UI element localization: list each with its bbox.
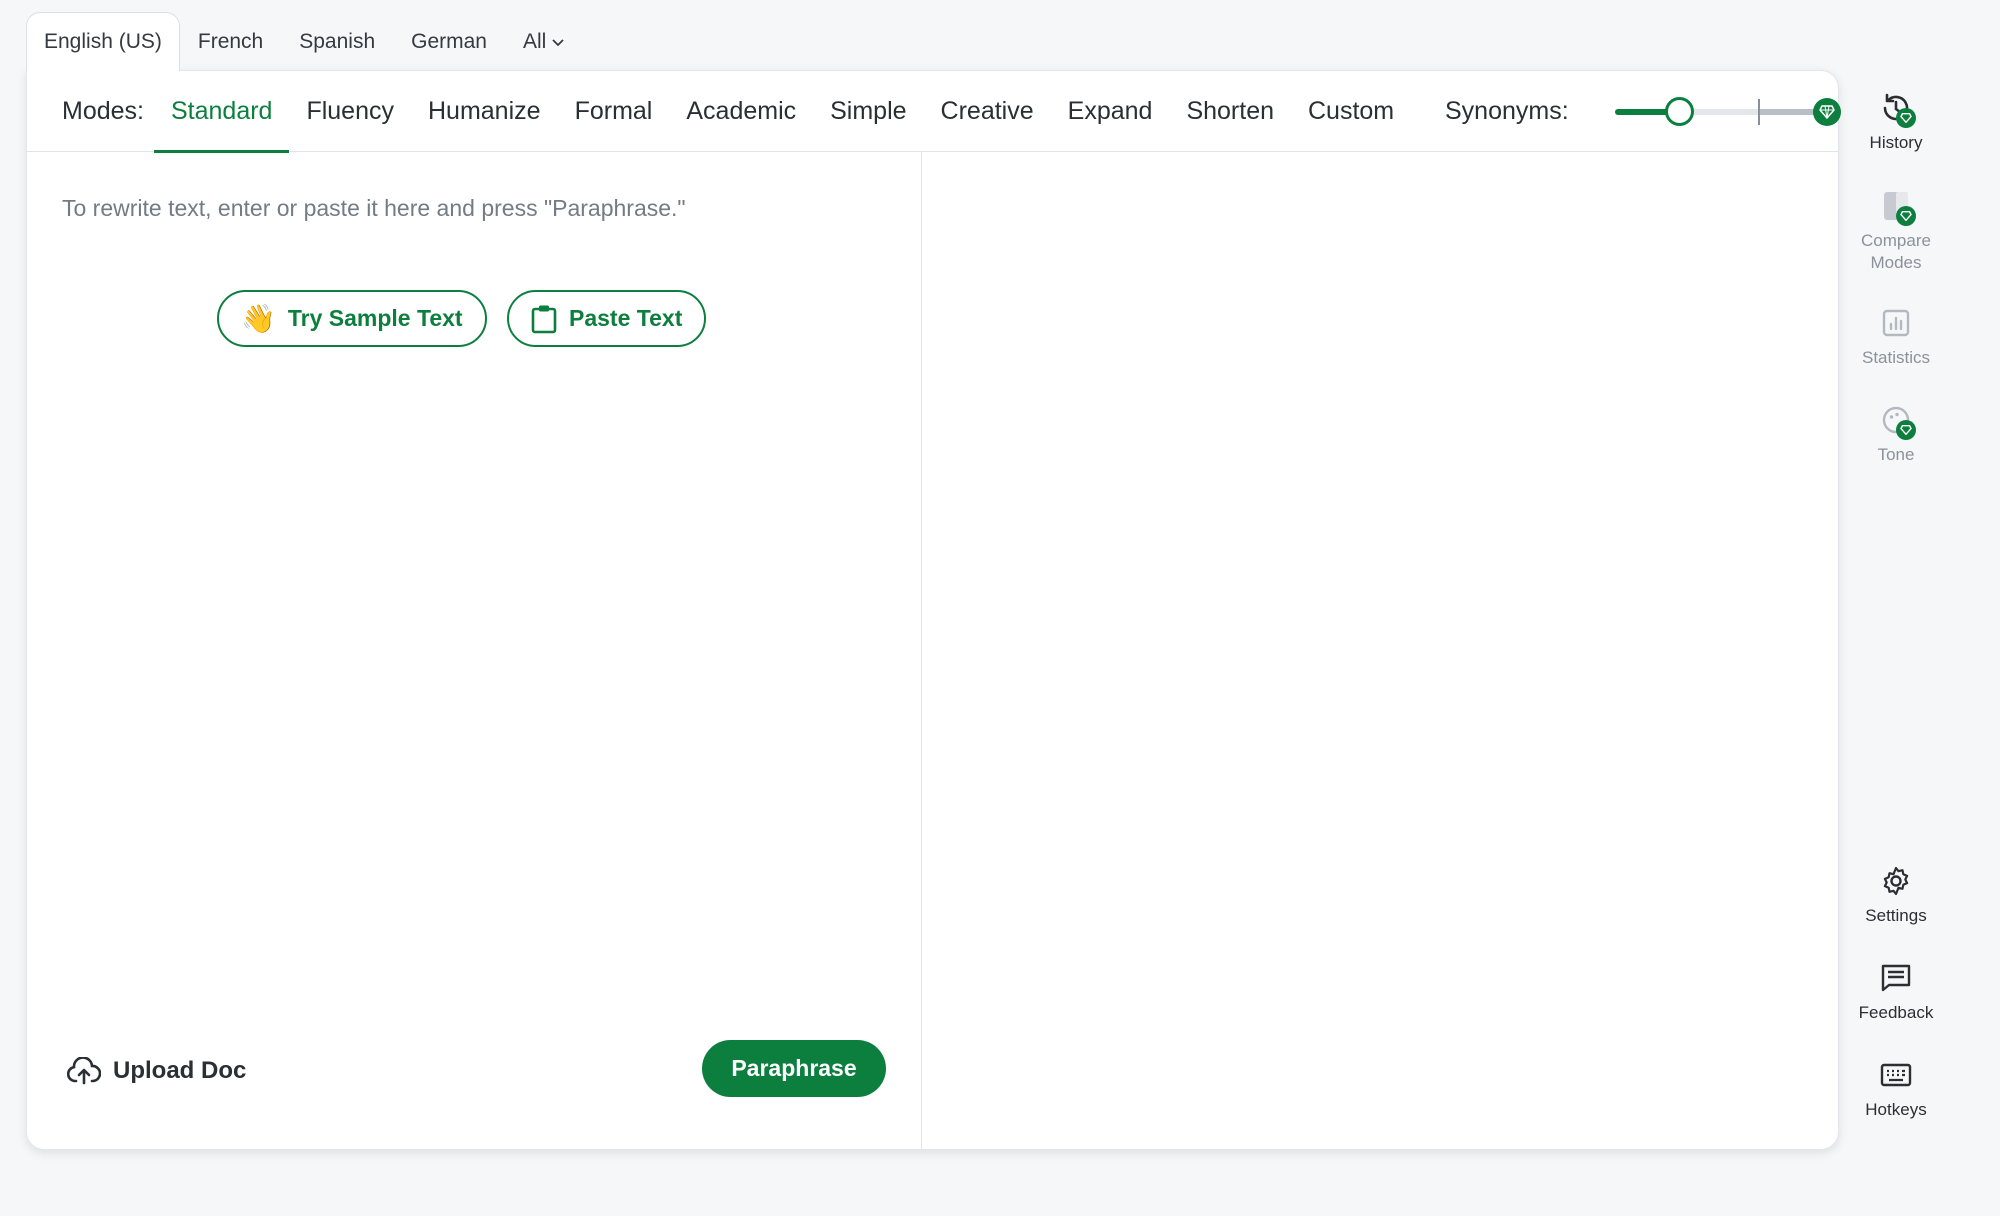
sidebar-label: Feedback (1858, 1003, 1934, 1022)
sidebar-item-history[interactable]: History (1840, 88, 1952, 154)
keyboard-icon (1876, 1055, 1916, 1095)
lang-tab-german[interactable]: German (393, 13, 505, 71)
modes-bar: Modes: Standard Fluency Humanize Formal … (27, 71, 1841, 153)
mode-standard[interactable]: Standard (153, 71, 290, 153)
lang-tab-label: German (411, 30, 487, 53)
lang-tab-label: Spanish (299, 30, 376, 53)
try-sample-text-button[interactable]: 👋 Try Sample Text (217, 290, 487, 347)
premium-gem-icon (1896, 108, 1916, 128)
history-icon (1876, 88, 1916, 128)
upload-doc-button[interactable]: Upload Doc (67, 1057, 246, 1085)
mode-label: Academic (686, 96, 797, 125)
slider-thumb[interactable] (1665, 97, 1694, 126)
button-label: Try Sample Text (287, 305, 463, 331)
cloud-upload-icon (67, 1057, 101, 1085)
mode-custom[interactable]: Custom (1291, 71, 1411, 152)
button-label: Paste Text (569, 305, 683, 331)
feedback-icon (1876, 958, 1916, 998)
lang-tab-all-dropdown[interactable]: All (505, 13, 582, 71)
gear-icon (1876, 861, 1916, 901)
mode-academic[interactable]: Academic (669, 71, 813, 152)
premium-gem-icon (1896, 420, 1916, 440)
lang-tab-french[interactable]: French (180, 13, 281, 71)
slider-tick (1758, 99, 1760, 125)
output-pane (922, 152, 1839, 1150)
premium-gem-icon (1813, 98, 1841, 126)
sidebar-label: Compare Modes (1861, 231, 1931, 272)
lang-tab-english-us[interactable]: English (US) (26, 12, 180, 71)
chevron-down-icon (552, 34, 564, 50)
statistics-icon (1876, 303, 1916, 343)
sidebar-item-compare-modes[interactable]: Compare Modes (1840, 186, 1952, 274)
sidebar-label: History (1869, 133, 1923, 152)
upload-label: Upload Doc (113, 1057, 247, 1084)
lang-tab-label: French (197, 30, 264, 53)
mode-shorten[interactable]: Shorten (1169, 71, 1291, 152)
mode-label: Humanize (428, 96, 541, 125)
right-sidebar: History Compare Modes Statistics Tone Se… (1840, 0, 1952, 1216)
sidebar-item-settings[interactable]: Settings (1840, 861, 1952, 927)
sidebar-item-statistics[interactable]: Statistics (1840, 303, 1952, 369)
modes-label: Modes: (62, 96, 144, 125)
sidebar-label: Tone (1877, 445, 1915, 464)
paraphrase-button[interactable]: Paraphrase (702, 1040, 886, 1097)
synonyms-control: Synonyms: (1445, 71, 1841, 152)
sidebar-item-hotkeys[interactable]: Hotkeys (1840, 1055, 1952, 1121)
mode-label: Standard (170, 96, 273, 125)
lang-tab-spanish[interactable]: Spanish (281, 13, 393, 71)
tone-icon (1876, 400, 1916, 440)
mode-label: Creative (940, 96, 1034, 125)
mode-label: Formal (574, 96, 653, 125)
mode-label: Simple (830, 96, 907, 125)
mode-creative[interactable]: Creative (924, 71, 1051, 152)
language-tabs: English (US) French Spanish German All (26, 12, 582, 71)
paste-text-button[interactable]: Paste Text (507, 290, 707, 347)
mode-label: Expand (1067, 96, 1153, 125)
clipboard-icon (531, 304, 557, 334)
mode-humanize[interactable]: Humanize (411, 71, 558, 152)
sidebar-label: Settings (1865, 906, 1927, 925)
synonyms-slider[interactable] (1615, 97, 1841, 126)
sidebar-label: Hotkeys (1865, 1100, 1927, 1119)
sidebar-item-tone[interactable]: Tone (1840, 400, 1952, 466)
mode-expand[interactable]: Expand (1051, 71, 1170, 152)
mode-label: Shorten (1186, 96, 1274, 125)
input-pane[interactable]: To rewrite text, enter or paste it here … (27, 152, 922, 1150)
input-placeholder[interactable]: To rewrite text, enter or paste it here … (62, 195, 686, 222)
synonyms-label: Synonyms: (1445, 97, 1569, 125)
mode-fluency[interactable]: Fluency (289, 71, 411, 152)
compare-modes-icon (1876, 186, 1916, 226)
waving-hand-icon: 👋 (241, 303, 276, 334)
mode-formal[interactable]: Formal (558, 71, 670, 152)
sidebar-label: Statistics (1861, 348, 1931, 367)
paraphraser-card: Modes: Standard Fluency Humanize Formal … (26, 70, 1841, 1150)
lang-tab-label: All (522, 30, 547, 53)
mode-simple[interactable]: Simple (813, 71, 923, 152)
premium-gem-icon (1896, 206, 1916, 226)
mode-label: Fluency (306, 96, 394, 125)
slider-locked-range (1758, 109, 1818, 115)
mode-label: Custom (1308, 96, 1395, 125)
sidebar-item-feedback[interactable]: Feedback (1840, 958, 1952, 1024)
lang-tab-label: English (US) (44, 30, 162, 53)
